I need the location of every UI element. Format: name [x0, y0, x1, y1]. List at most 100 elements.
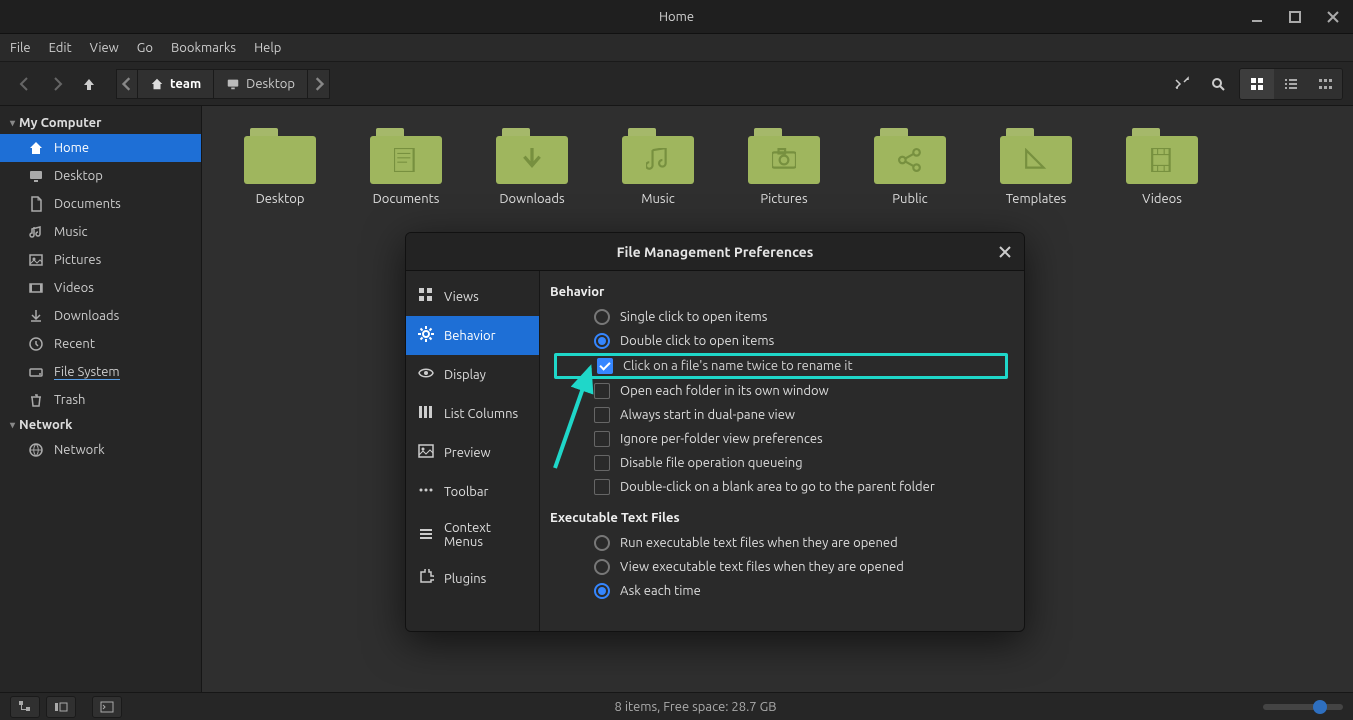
maximize-button[interactable]: [1281, 3, 1309, 31]
dialog-nav-views[interactable]: Views: [406, 277, 539, 316]
option-dbl-blank[interactable]: Double-click on a blank area to go to th…: [550, 475, 1008, 499]
sidebar-item-music[interactable]: Music: [0, 218, 201, 246]
back-icon: [17, 76, 33, 92]
eye-icon: [418, 365, 434, 384]
dialog-nav-behavior[interactable]: Behavior: [406, 316, 539, 355]
checkbox-icon: [594, 407, 610, 423]
menu-help[interactable]: Help: [254, 41, 281, 55]
sidebar-item-trash[interactable]: Trash: [0, 386, 201, 414]
sidebar-section-network[interactable]: ▾ Network: [0, 414, 201, 436]
dialog-nav-preview[interactable]: Preview: [406, 433, 539, 472]
folder-desktop[interactable]: Desktop: [228, 128, 332, 206]
video-icon: [28, 280, 44, 296]
sidebar-item-file-system[interactable]: File System: [0, 358, 201, 386]
dialog-nav-plugins[interactable]: Plugins: [406, 559, 539, 598]
title-bar: Home: [0, 0, 1353, 34]
tree-toggle-button[interactable]: [10, 696, 40, 718]
sidebar-item-network[interactable]: Network: [0, 436, 201, 464]
up-button[interactable]: [74, 69, 104, 99]
desktop-icon: [28, 168, 44, 184]
folder-templates[interactable]: Templates: [984, 128, 1088, 206]
option-dual-pane[interactable]: Always start in dual-pane view: [550, 403, 1008, 427]
crumb-team[interactable]: team: [138, 69, 214, 99]
view-compact-button[interactable]: [1308, 69, 1342, 99]
search-button[interactable]: [1203, 69, 1233, 99]
close-icon: [1327, 11, 1339, 23]
sidebar-item-desktop[interactable]: Desktop: [0, 162, 201, 190]
open-terminal-button[interactable]: [92, 696, 122, 718]
menu-edit[interactable]: Edit: [49, 41, 72, 55]
preferences-dialog: File Management Preferences Views Behavio…: [405, 232, 1025, 632]
sidebar-section-mycomputer[interactable]: ▾ My Computer: [0, 112, 201, 134]
option-exec-ask[interactable]: Ask each time: [550, 579, 1008, 603]
sidebar-item-documents[interactable]: Documents: [0, 190, 201, 218]
dots-icon: [418, 482, 434, 501]
option-ignore-perfolder[interactable]: Ignore per-folder view preferences: [550, 427, 1008, 451]
dialog-nav-toolbar[interactable]: Toolbar: [406, 472, 539, 511]
trash-icon: [28, 392, 44, 408]
option-exec-run[interactable]: Run executable text files when they are …: [550, 531, 1008, 555]
checkbox-icon: [594, 383, 610, 399]
forward-button[interactable]: [42, 69, 72, 99]
sidebar-item-label: Downloads: [54, 309, 119, 323]
terminal-button[interactable]: [1167, 69, 1197, 99]
folder-label: Desktop: [256, 192, 305, 206]
crumb-label: Desktop: [246, 77, 295, 91]
view-list-button[interactable]: [1274, 69, 1308, 99]
sidebar-item-videos[interactable]: Videos: [0, 274, 201, 302]
dialog-nav-list-columns[interactable]: List Columns: [406, 394, 539, 433]
option-rename-twice[interactable]: Click on a file's name twice to rename i…: [554, 353, 1008, 379]
back-button[interactable]: [10, 69, 40, 99]
folder-label: Templates: [1006, 192, 1067, 206]
menu-file[interactable]: File: [10, 41, 31, 55]
dialog-nav-display[interactable]: Display: [406, 355, 539, 394]
zoom-slider[interactable]: [1263, 704, 1343, 710]
dialog-nav-label: Behavior: [444, 329, 496, 343]
status-bar: 8 items, Free space: 28.7 GB: [0, 692, 1353, 720]
menu-bookmarks[interactable]: Bookmarks: [171, 41, 236, 55]
sidebar-item-recent[interactable]: Recent: [0, 330, 201, 358]
folder-videos[interactable]: Videos: [1110, 128, 1214, 206]
maximize-icon: [1289, 11, 1301, 23]
dialog-nav-label: Toolbar: [444, 485, 488, 499]
option-single-click[interactable]: Single click to open items: [550, 305, 1008, 329]
option-double-click[interactable]: Double click to open items: [550, 329, 1008, 353]
option-label: Double-click on a blank area to go to th…: [620, 480, 935, 494]
option-own-window[interactable]: Open each folder in its own window: [550, 379, 1008, 403]
option-disable-queue[interactable]: Disable file operation queueing: [550, 451, 1008, 475]
minimize-button[interactable]: [1243, 3, 1271, 31]
folder-label: Documents: [373, 192, 440, 206]
status-text: 8 items, Free space: 28.7 GB: [128, 700, 1263, 714]
folder-downloads[interactable]: Downloads: [480, 128, 584, 206]
dialog-title: File Management Preferences: [617, 244, 814, 260]
sidebar-item-pictures[interactable]: Pictures: [0, 246, 201, 274]
crumb-desktop[interactable]: Desktop: [214, 69, 308, 99]
option-exec-view[interactable]: View executable text files when they are…: [550, 555, 1008, 579]
sidebar-item-home[interactable]: Home: [0, 134, 201, 162]
folder-pictures[interactable]: Pictures: [732, 128, 836, 206]
close-button[interactable]: [1319, 3, 1347, 31]
option-label: Single click to open items: [620, 310, 767, 324]
sidebar-item-label: Network: [54, 443, 105, 457]
view-icons-button[interactable]: [1240, 69, 1274, 99]
music-icon: [28, 224, 44, 240]
menu-view[interactable]: View: [90, 41, 119, 55]
dialog-close-button[interactable]: [992, 239, 1018, 265]
crumb-next[interactable]: [308, 69, 330, 99]
folder-public[interactable]: Public: [858, 128, 962, 206]
folder-icon: [748, 128, 820, 184]
folder-documents[interactable]: Documents: [354, 128, 458, 206]
places-toggle-button[interactable]: [46, 696, 76, 718]
view-switcher: [1239, 68, 1343, 100]
disk-icon: [28, 364, 44, 380]
menu-go[interactable]: Go: [137, 41, 153, 55]
breadcrumb: team Desktop: [116, 69, 330, 99]
forward-icon: [49, 76, 65, 92]
sidebar-item-downloads[interactable]: Downloads: [0, 302, 201, 330]
dialog-nav: Views Behavior DisplayList ColumnsPreview T…: [406, 271, 540, 631]
dialog-nav-context-menus[interactable]: Context Menus: [406, 511, 539, 559]
folder-music[interactable]: Music: [606, 128, 710, 206]
section-exec-header: Executable Text Files: [550, 511, 1008, 525]
crumb-prev[interactable]: [116, 69, 138, 99]
chevron-left-icon: [120, 77, 134, 91]
